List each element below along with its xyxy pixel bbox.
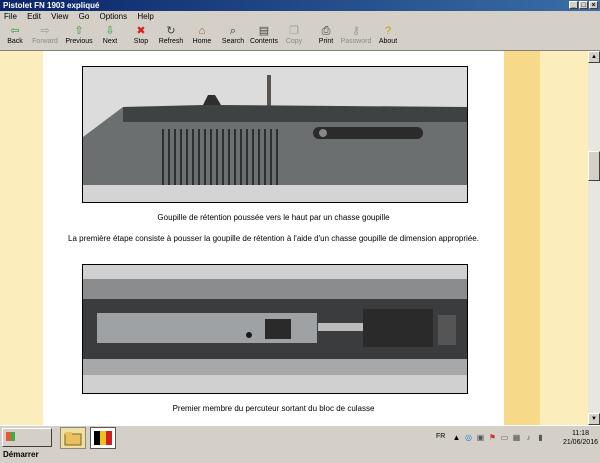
- search-button[interactable]: ⌕ Search: [220, 24, 246, 49]
- scroll-thumb[interactable]: [588, 151, 600, 181]
- toolbar: ⇦ Back ⇨ Forward ⇧ Previous ⇩ Next ✖ Stop ↻ Refresh…: [0, 23, 600, 51]
- toolbar-button-label: Forward: [32, 38, 58, 45]
- refresh-button[interactable]: ↻ Refresh: [156, 24, 186, 49]
- menu-file[interactable]: File: [4, 12, 17, 21]
- copy-button[interactable]: ❐ Copy: [284, 24, 304, 49]
- scroll-up-button[interactable]: ▲: [588, 51, 600, 63]
- window-title: Pistolet FN 1903 expliqué: [3, 1, 100, 10]
- breech-block-photo: [82, 264, 468, 394]
- password-button[interactable]: ⚷ Password: [340, 24, 372, 49]
- right-band: [504, 51, 540, 425]
- menu-edit[interactable]: Edit: [27, 12, 41, 21]
- help-viewer-app-button[interactable]: [90, 427, 116, 449]
- minimize-button[interactable]: _: [569, 1, 578, 9]
- toolbar-button-label: About: [378, 38, 398, 45]
- previous-button[interactable]: ⇧ Previous: [64, 24, 94, 49]
- print-icon: ⎙: [321, 25, 331, 37]
- refresh-icon: ↻: [166, 25, 176, 37]
- toolbar-button-label: Search: [221, 38, 245, 45]
- back-button[interactable]: ⇦ Back: [3, 24, 27, 49]
- arrow-down-icon: ⇩: [105, 25, 115, 37]
- left-margin: [0, 51, 43, 425]
- toolbar-button-label: Print: [318, 38, 334, 45]
- toolbar-button-label: Copy: [285, 38, 303, 45]
- flag-icon[interactable]: ⚑: [488, 433, 497, 442]
- document-view: Goupille de rétention poussée vers le ha…: [0, 51, 588, 425]
- menu-go[interactable]: Go: [79, 12, 90, 21]
- toolbar-button-label: Home: [192, 38, 212, 45]
- forward-button[interactable]: ⇨ Forward: [30, 24, 60, 49]
- copy-icon: ❐: [289, 25, 299, 37]
- about-button[interactable]: ? About: [376, 24, 400, 49]
- title-bar: Pistolet FN 1903 expliqué _ □ ×: [0, 0, 600, 11]
- network-icon[interactable]: ▦: [512, 433, 521, 442]
- toolbar-button-label: Back: [7, 38, 23, 45]
- contents-button[interactable]: ▤ Contents: [249, 24, 279, 49]
- window-icon[interactable]: ▣: [476, 433, 485, 442]
- search-icon: ⌕: [229, 25, 237, 37]
- menu-view[interactable]: View: [51, 12, 68, 21]
- windows-logo-icon: [6, 432, 15, 441]
- menu-bar: File Edit View Go Options Help: [0, 11, 600, 23]
- monitor-icon[interactable]: ▭: [500, 433, 509, 442]
- home-icon: ⌂: [198, 25, 206, 37]
- home-button[interactable]: ⌂ Home: [190, 24, 214, 49]
- toolbar-button-label: Stop: [133, 38, 149, 45]
- language-indicator[interactable]: FR: [436, 433, 445, 440]
- volume-icon[interactable]: ♪: [524, 433, 533, 442]
- scroll-down-button[interactable]: ▼: [588, 413, 600, 425]
- caption-1: Goupille de rétention poussée vers le ha…: [157, 213, 390, 222]
- maximize-button[interactable]: □: [579, 1, 588, 9]
- toolbar-button-label: Refresh: [158, 38, 184, 45]
- stop-button[interactable]: ✖ Stop: [129, 24, 153, 49]
- right-margin: [540, 51, 588, 425]
- toolbar-button-label: Next: [102, 38, 118, 45]
- battery-icon[interactable]: ▮: [536, 433, 545, 442]
- toolbar-button-label: Previous: [65, 38, 93, 45]
- key-icon: ⚷: [351, 25, 361, 37]
- menu-help[interactable]: Help: [137, 12, 153, 21]
- taskbar: Démarrer FR ▲ ◎ ▣ ⚑ ▭ ▦ ♪ ▮ 11:18 21/06/…: [0, 425, 600, 459]
- stop-icon: ✖: [136, 25, 146, 37]
- slide-photo: [82, 66, 468, 203]
- toolbar-button-label: Password: [340, 38, 372, 45]
- clock[interactable]: 11:18 21/06/2016: [563, 429, 598, 447]
- caption-2: Premier membre du percuteur sortant du b…: [172, 404, 375, 413]
- start-button[interactable]: Démarrer: [2, 428, 52, 459]
- menu-options[interactable]: Options: [100, 12, 128, 21]
- show-hidden-icons-icon[interactable]: ▲: [452, 433, 461, 442]
- print-button[interactable]: ⎙ Print: [315, 24, 337, 49]
- arrow-left-icon: ⇦: [10, 25, 20, 37]
- arrow-up-icon: ⇧: [74, 25, 84, 37]
- close-button[interactable]: ×: [589, 1, 598, 9]
- instruction-paragraph: La première étape consiste à pousser la …: [68, 234, 479, 243]
- folder-app-button[interactable]: [60, 427, 86, 449]
- next-button[interactable]: ⇩ Next: [98, 24, 122, 49]
- chrome-icon[interactable]: ◎: [464, 433, 473, 442]
- toolbar-button-label: Contents: [249, 38, 279, 45]
- vertical-scrollbar[interactable]: ▲ ▼: [588, 51, 600, 425]
- contents-icon: ▤: [258, 25, 270, 37]
- help-icon: ?: [384, 25, 392, 37]
- system-tray: FR ▲ ◎ ▣ ⚑ ▭ ▦ ♪ ▮ 11:18 21/06/2016: [432, 427, 600, 449]
- arrow-right-icon: ⇨: [40, 25, 50, 37]
